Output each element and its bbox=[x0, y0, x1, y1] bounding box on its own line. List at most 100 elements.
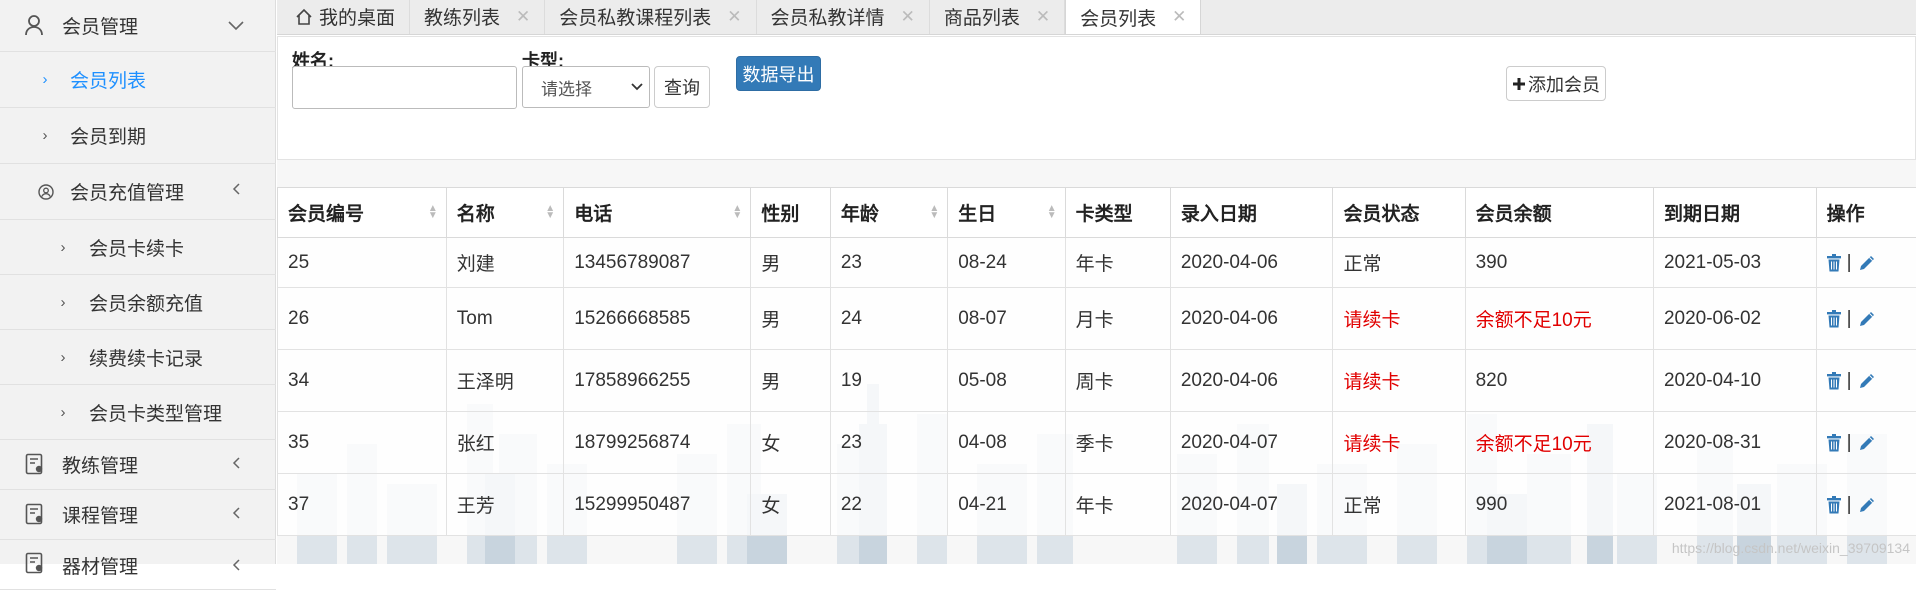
member-table-container: 会员编号▲▼ 名称▲▼ 电话▲▼ 性别 年龄▲▼ 生日▲▼ 卡类型 录入日期 会… bbox=[277, 187, 1916, 536]
chevron-left-icon bbox=[232, 502, 240, 525]
table-cell: 余额不足10元 bbox=[1465, 412, 1653, 474]
chevron-left-icon bbox=[232, 452, 240, 475]
sidebar-item-label: 课程管理 bbox=[62, 501, 138, 528]
sidebar-item-member-expiry[interactable]: › 会员到期 bbox=[0, 108, 276, 164]
sidebar-item-recharge-management[interactable]: 会员充值管理 bbox=[0, 164, 276, 220]
table-cell: 19 bbox=[830, 350, 947, 412]
card-type-select[interactable]: 请选择 bbox=[522, 66, 650, 108]
table-row: 34王泽明17858966255男1905-08周卡2020-04-06请续卡8… bbox=[278, 350, 1916, 412]
sort-icon[interactable]: ▲▼ bbox=[428, 205, 438, 219]
table-cell: 余额不足10元 bbox=[1465, 288, 1653, 350]
tab-my-desktop[interactable]: 我的桌面 bbox=[277, 0, 410, 34]
table-cell: 13456789087 bbox=[564, 238, 751, 288]
table-cell: 请续卡 bbox=[1333, 288, 1465, 350]
column-header[interactable]: 生日▲▼ bbox=[948, 188, 1065, 238]
close-icon[interactable]: ✕ bbox=[727, 7, 741, 27]
delete-icon[interactable] bbox=[1827, 434, 1841, 452]
sidebar-item-member-list[interactable]: › 会员列表 bbox=[0, 52, 276, 108]
table-cell: 23 bbox=[830, 412, 947, 474]
column-header[interactable]: 名称▲▼ bbox=[446, 188, 563, 238]
table-cell: 男 bbox=[751, 350, 831, 412]
tab-private-course-list[interactable]: 会员私教课程列表 ✕ bbox=[545, 0, 756, 34]
member-table: 会员编号▲▼ 名称▲▼ 电话▲▼ 性别 年龄▲▼ 生日▲▼ 卡类型 录入日期 会… bbox=[277, 187, 1916, 536]
table-cell: 张红 bbox=[446, 412, 563, 474]
table-cell: 08-07 bbox=[948, 288, 1065, 350]
sidebar-item-card-renewal[interactable]: › 会员卡续卡 bbox=[0, 220, 276, 275]
table-row: 25刘建13456789087男2308-24年卡2020-04-06正常390… bbox=[278, 238, 1916, 288]
close-icon[interactable]: ✕ bbox=[1036, 7, 1050, 27]
table-cell: 2020-06-02 bbox=[1653, 288, 1816, 350]
sidebar-item-renewal-records[interactable]: › 续费续卡记录 bbox=[0, 330, 276, 385]
sort-icon[interactable]: ▲▼ bbox=[545, 205, 555, 219]
delete-icon[interactable] bbox=[1827, 372, 1841, 390]
edit-icon[interactable] bbox=[1858, 254, 1876, 272]
chevron-right-icon: › bbox=[36, 127, 54, 144]
tab-label: 我的桌面 bbox=[319, 3, 395, 30]
chevron-left-icon bbox=[232, 554, 240, 577]
column-header[interactable]: 年龄▲▼ bbox=[830, 188, 947, 238]
tab-private-course-detail[interactable]: 会员私教详情 ✕ bbox=[757, 0, 930, 34]
user-circle-icon bbox=[38, 184, 54, 206]
close-icon[interactable]: ✕ bbox=[516, 7, 530, 27]
tab-label: 商品列表 bbox=[944, 3, 1020, 30]
table-cell: 王芳 bbox=[446, 474, 563, 536]
home-icon bbox=[295, 8, 313, 26]
sidebar-item-label: 会员余额充值 bbox=[89, 289, 203, 316]
sort-icon[interactable]: ▲▼ bbox=[732, 205, 742, 219]
table-cell: 26 bbox=[278, 288, 447, 350]
sidebar-item-coach-management[interactable]: 教练管理 bbox=[0, 440, 276, 490]
chevron-right-icon: › bbox=[36, 71, 54, 88]
tab-coach-list[interactable]: 教练列表 ✕ bbox=[410, 0, 545, 34]
table-cell: 17858966255 bbox=[564, 350, 751, 412]
id-card-icon bbox=[25, 552, 45, 580]
close-icon[interactable]: ✕ bbox=[1172, 7, 1186, 27]
operation-separator: | bbox=[1847, 308, 1852, 330]
name-input[interactable] bbox=[292, 66, 517, 109]
sidebar-item-label: 教练管理 bbox=[62, 451, 138, 478]
table-cell: 04-21 bbox=[948, 474, 1065, 536]
delete-icon[interactable] bbox=[1827, 254, 1841, 272]
table-cell-actions: | bbox=[1816, 288, 1916, 350]
operation-separator: | bbox=[1847, 370, 1852, 392]
chevron-right-icon: › bbox=[54, 349, 72, 366]
sort-icon[interactable]: ▲▼ bbox=[1047, 205, 1057, 219]
sidebar-item-course-management[interactable]: 课程管理 bbox=[0, 490, 276, 540]
table-cell: 年卡 bbox=[1065, 474, 1170, 536]
edit-icon[interactable] bbox=[1858, 372, 1876, 390]
sort-icon[interactable]: ▲▼ bbox=[929, 205, 939, 219]
export-button[interactable]: 数据导出 bbox=[736, 56, 821, 91]
tab-product-list[interactable]: 商品列表 ✕ bbox=[930, 0, 1065, 34]
edit-icon[interactable] bbox=[1858, 434, 1876, 452]
sidebar-item-card-type-management[interactable]: › 会员卡类型管理 bbox=[0, 385, 276, 440]
table-cell: 25 bbox=[278, 238, 447, 288]
column-header[interactable]: 会员编号▲▼ bbox=[278, 188, 447, 238]
table-cell: 2020-04-06 bbox=[1170, 350, 1333, 412]
table-cell: 请续卡 bbox=[1333, 412, 1465, 474]
column-header: 卡类型 bbox=[1065, 188, 1170, 238]
delete-icon[interactable] bbox=[1827, 496, 1841, 514]
add-member-button[interactable]: 添加会员 bbox=[1506, 66, 1606, 101]
sidebar-item-label: 器材管理 bbox=[62, 552, 138, 579]
tab-member-list[interactable]: 会员列表 ✕ bbox=[1065, 0, 1201, 34]
table-cell: 男 bbox=[751, 288, 831, 350]
column-header: 会员状态 bbox=[1333, 188, 1465, 238]
chevron-right-icon: › bbox=[54, 404, 72, 421]
column-header[interactable]: 电话▲▼ bbox=[564, 188, 751, 238]
sidebar-item-member-management[interactable]: 会员管理 bbox=[0, 0, 276, 52]
sidebar-item-equipment-management[interactable]: 器材管理 bbox=[0, 540, 276, 590]
table-cell: 正常 bbox=[1333, 474, 1465, 536]
sidebar-item-balance-recharge[interactable]: › 会员余额充值 bbox=[0, 275, 276, 330]
operation-separator: | bbox=[1847, 432, 1852, 454]
id-card-icon bbox=[25, 503, 45, 531]
close-icon[interactable]: ✕ bbox=[901, 7, 915, 27]
table-cell-actions: | bbox=[1816, 350, 1916, 412]
sidebar-item-label: 续费续卡记录 bbox=[89, 344, 203, 371]
main-content: 姓名: 卡型: 请选择 查询 数据导出 添加会员 会 bbox=[277, 36, 1916, 564]
query-button[interactable]: 查询 bbox=[654, 66, 710, 108]
tab-bar: 我的桌面 教练列表 ✕ 会员私教课程列表 ✕ 会员私教详情 ✕ 商品列表 ✕ 会… bbox=[277, 0, 1916, 35]
chevron-down-icon bbox=[228, 14, 244, 37]
delete-icon[interactable] bbox=[1827, 310, 1841, 328]
edit-icon[interactable] bbox=[1858, 496, 1876, 514]
table-cell: 820 bbox=[1465, 350, 1653, 412]
edit-icon[interactable] bbox=[1858, 310, 1876, 328]
